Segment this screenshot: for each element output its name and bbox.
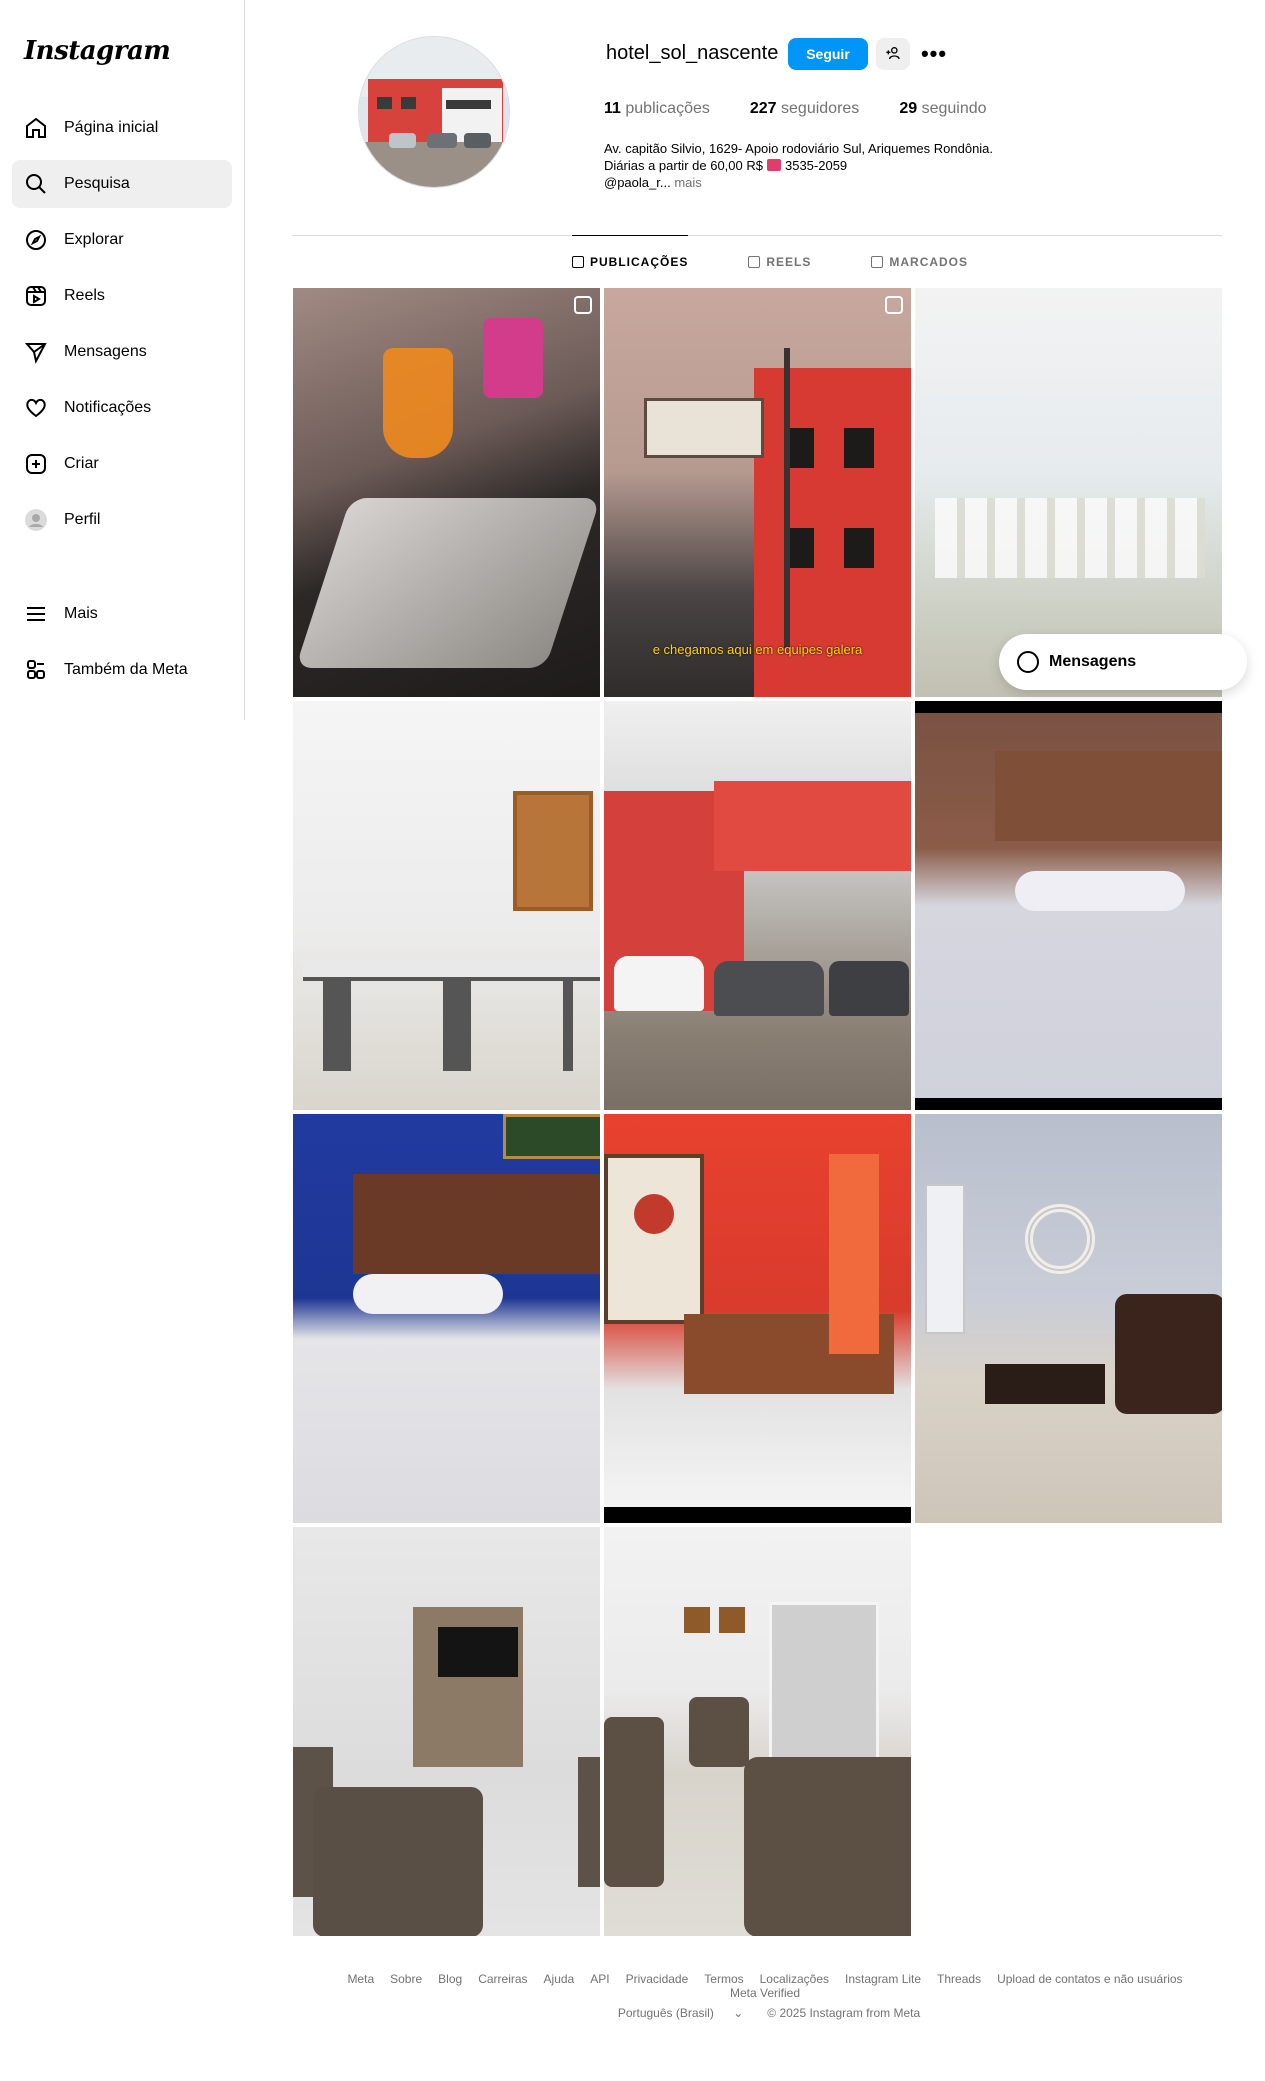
sidebar-item-profile[interactable]: Perfil — [12, 496, 232, 544]
profile-tabs: PUBLICAÇÕES REELS MARCADOS — [572, 235, 1028, 288]
menu-icon — [24, 602, 48, 626]
sidebar-item-search[interactable]: Pesquisa — [12, 160, 232, 208]
footer-link[interactable]: API — [590, 1972, 609, 1986]
sidebar-item-also-from-meta[interactable]: Também da Meta — [12, 646, 232, 694]
footer-link[interactable]: Sobre — [390, 1972, 422, 1986]
bio-handle-line: @paola_r... mais — [604, 174, 1124, 191]
messages-floating-button[interactable]: Mensagens — [999, 634, 1247, 690]
hotel-sign — [644, 398, 764, 458]
post-reception-lounge[interactable] — [604, 1527, 911, 1936]
sidebar-bottom-nav: Mais Também da Meta — [12, 590, 232, 702]
avatar-icon — [24, 508, 48, 532]
sidebar-item-label: Página inicial — [64, 119, 159, 136]
telephone-emoji-icon — [766, 159, 781, 171]
footer-link[interactable]: Localizações — [760, 1972, 829, 1986]
home-icon — [24, 116, 48, 140]
add-person-icon — [885, 45, 901, 64]
footer-link[interactable]: Instagram Lite — [845, 1972, 921, 1986]
chevron-down-icon: ⌄ — [733, 2006, 744, 2020]
profile-username: hotel_sol_nascente — [606, 42, 779, 64]
sidebar-item-label: Criar — [64, 455, 99, 472]
copyright: © 2025 Instagram from Meta — [767, 2006, 921, 2020]
footer-link[interactable]: Threads — [937, 1972, 981, 1986]
tab-tagged[interactable]: MARCADOS — [871, 236, 968, 288]
footer-link[interactable]: Carreiras — [478, 1972, 527, 1986]
profile-bio: Av. capitão Silvio, 1629- Apoio rodoviár… — [604, 140, 1124, 191]
sidebar-item-home[interactable]: Página inicial — [12, 104, 232, 152]
reels-icon — [24, 284, 48, 308]
sidebar: Instagram Página inicial Pesquisa Explor… — [0, 0, 245, 720]
bio-more-link[interactable]: mais — [674, 175, 701, 190]
footer-link[interactable]: Meta — [347, 1972, 374, 1986]
post-double-bed-blue[interactable] — [293, 1114, 600, 1523]
sidebar-item-explore[interactable]: Explorar — [12, 216, 232, 264]
bio-price-line: Diárias a partir de 60,00 R$ 3535-2059 — [604, 158, 848, 173]
sidebar-item-more[interactable]: Mais — [12, 590, 232, 638]
post-hotel-facade[interactable]: e chegamos aqui em equipes galera — [604, 288, 911, 697]
sidebar-item-label: Explorar — [64, 231, 124, 248]
post-tv-lounge[interactable] — [293, 1527, 600, 1936]
posts-grid: e chegamos aqui em equipes galera — [293, 288, 1222, 1936]
following-count[interactable]: 29 seguindo — [899, 100, 986, 118]
tagged-icon — [871, 256, 884, 268]
post-double-bed-red[interactable] — [604, 1114, 911, 1523]
suggested-accounts-button[interactable] — [876, 38, 910, 70]
bio-mention-link[interactable]: @paola_r... — [604, 175, 671, 190]
post-twin-bed-room[interactable] — [915, 701, 1222, 1110]
post-breakfast-tray[interactable] — [293, 288, 600, 697]
more-horizontal-icon: ••• — [920, 41, 948, 66]
sidebar-item-label: Perfil — [64, 511, 101, 528]
heart-icon — [24, 396, 48, 420]
meta-apps-icon — [24, 658, 48, 682]
messenger-icon — [1017, 651, 1039, 673]
post-lobby-sofa[interactable] — [915, 1114, 1222, 1523]
sidebar-item-create[interactable]: Criar — [12, 440, 232, 488]
post-breakfast-buffet[interactable] — [293, 701, 600, 1110]
footer-link[interactable]: Blog — [438, 1972, 462, 1986]
sidebar-item-label: Mensagens — [64, 343, 147, 360]
follow-button[interactable]: Seguir — [788, 38, 868, 70]
footer-link[interactable]: Ajuda — [544, 1972, 575, 1986]
post-hotel-building[interactable] — [604, 701, 911, 1110]
sidebar-item-label: Reels — [64, 287, 105, 304]
instagram-logo[interactable]: Instagram — [24, 36, 171, 66]
compass-icon — [24, 228, 48, 252]
search-icon — [24, 172, 48, 196]
sidebar-item-label: Notificações — [64, 399, 152, 416]
footer-link[interactable]: Privacidade — [626, 1972, 689, 1986]
followers-count[interactable]: 227 seguidores — [750, 100, 859, 118]
sidebar-item-label: Também da Meta — [64, 661, 188, 678]
post-caption-overlay: e chegamos aqui em equipes galera — [652, 642, 863, 657]
sidebar-nav: Página inicial Pesquisa Explorar Reels M… — [12, 104, 232, 552]
reels-icon — [748, 256, 761, 268]
sidebar-item-notifications[interactable]: Notificações — [12, 384, 232, 432]
sidebar-item-label: Pesquisa — [64, 175, 130, 192]
language-selector[interactable]: Português (Brasil) ⌄ — [610, 2006, 751, 2020]
footer-link[interactable]: Upload de contatos e não usuários — [997, 1972, 1182, 1986]
profile-photo — [359, 37, 509, 187]
paper-plane-icon — [24, 340, 48, 364]
posts-count: 11 publicações — [604, 100, 710, 117]
plus-square-icon — [24, 452, 48, 476]
reel-icon — [885, 296, 903, 314]
tab-posts[interactable]: PUBLICAÇÕES — [572, 235, 689, 287]
footer-bottom: Português (Brasil) ⌄ © 2025 Instagram fr… — [300, 2006, 1230, 2020]
sidebar-item-messages[interactable]: Mensagens — [12, 328, 232, 376]
footer-links: Meta Sobre Blog Carreiras Ajuda API Priv… — [310, 1972, 1220, 2000]
footer-link[interactable]: Termos — [704, 1972, 743, 1986]
more-options-button[interactable]: ••• — [918, 38, 950, 70]
profile-avatar[interactable] — [358, 36, 510, 188]
reel-icon — [574, 296, 592, 314]
footer-link[interactable]: Meta Verified — [730, 1986, 800, 2000]
profile-stats: 11 publicações 227 seguidores 29 seguind… — [604, 100, 1027, 118]
grid-icon — [572, 255, 584, 268]
sidebar-item-reels[interactable]: Reels — [12, 272, 232, 320]
tab-reels[interactable]: REELS — [748, 236, 811, 288]
sidebar-item-label: Mais — [64, 605, 98, 622]
bio-address: Av. capitão Silvio, 1629- Apoio rodoviár… — [604, 141, 994, 156]
